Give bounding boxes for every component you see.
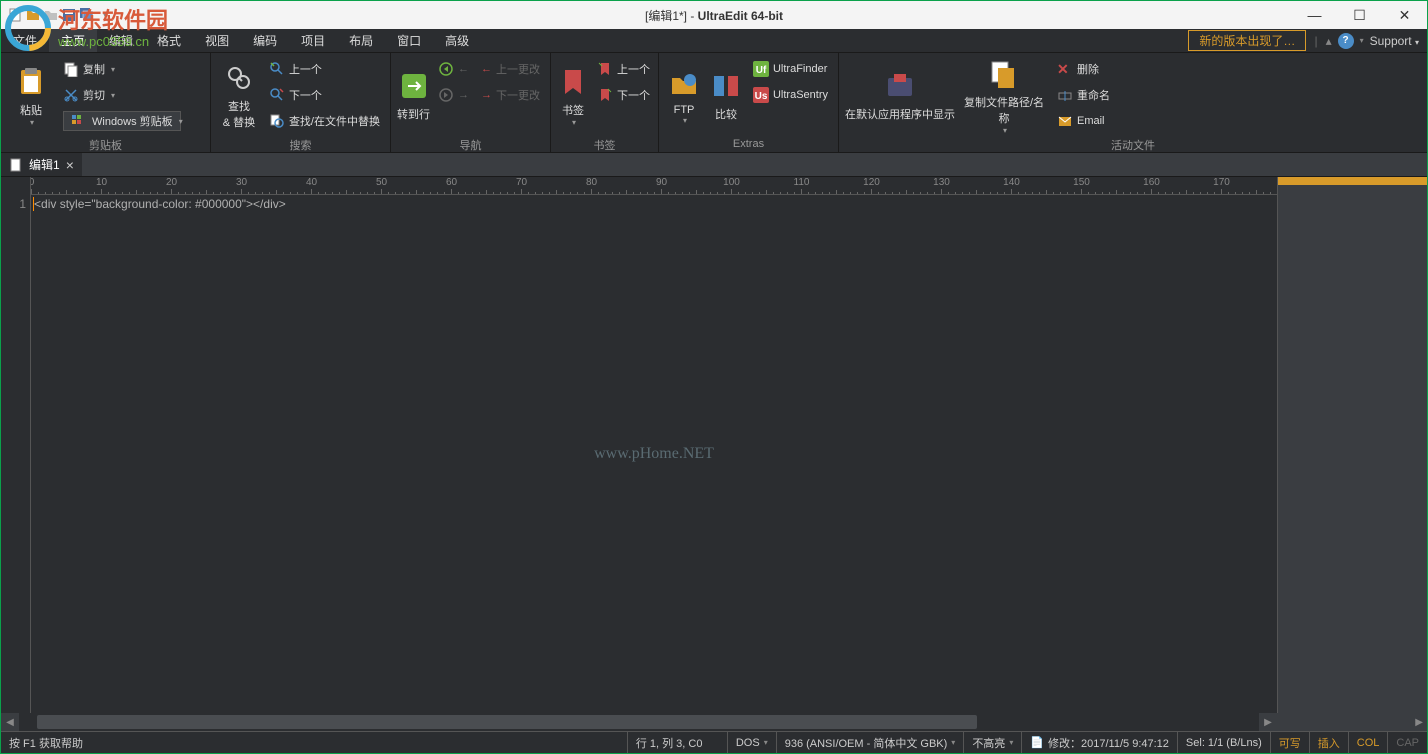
compare-button[interactable]: 比较 <box>707 57 745 135</box>
line-number: 1 <box>1 197 26 211</box>
close-tab-icon[interactable]: × <box>66 157 74 173</box>
minimize-button[interactable]: — <box>1292 1 1337 29</box>
ruler-corner <box>1 177 31 195</box>
open-folder-icon[interactable] <box>25 7 41 23</box>
minimap-header <box>1277 177 1427 195</box>
close-button[interactable]: ✕ <box>1382 1 1427 29</box>
menubar: 文件 主页 编辑 格式 视图 编码 项目 布局 窗口 高级 新的版本出现了… |… <box>1 29 1427 53</box>
email-file-button[interactable]: Email <box>1053 109 1114 133</box>
status-readwrite[interactable]: 可写 <box>1271 732 1310 753</box>
ribbon-group-extras: FTP▾ 比较 UfUltraFinder UsUltraSentry Extr… <box>659 53 839 152</box>
bookmark-prev-button[interactable]: 上一个 <box>593 57 654 81</box>
document-icon <box>9 158 23 172</box>
copy-file-path-button[interactable]: 复制文件路径/名称▾ <box>959 57 1049 135</box>
help-icon[interactable]: ? <box>1338 33 1354 49</box>
status-position: 行 1, 列 3, C0 <box>628 732 728 753</box>
workspace: 0102030405060708090100110120130140150160… <box>1 177 1427 731</box>
status-selection: Sel: 1/1 (B/Lns) <box>1178 732 1271 753</box>
status-modified: 📄修改：2017/11/5 9:47:12 <box>1022 732 1178 753</box>
open-file-icon[interactable] <box>43 7 59 23</box>
ribbon-group-label: 剪贴板 <box>7 135 204 153</box>
file-tabs: 编辑1 × <box>1 153 1427 177</box>
ribbon-group-clipboard: 粘贴▾ 复制▾ 剪切▾ Windows 剪贴板▾ 剪贴板 <box>1 53 211 152</box>
status-help: 按 F1 获取帮助 <box>1 732 628 753</box>
maximize-button[interactable]: ☐ <box>1337 1 1382 29</box>
find-replace-button[interactable]: 查找 & 替换 <box>217 57 261 135</box>
svg-text:Uf: Uf <box>756 65 767 76</box>
horizontal-ruler: 0102030405060708090100110120130140150160… <box>31 177 1277 195</box>
save-icon[interactable] <box>61 7 77 23</box>
status-insert[interactable]: 插入 <box>1310 732 1349 753</box>
ultrasentry-button[interactable]: UsUltraSentry <box>749 83 832 107</box>
svg-text:Us: Us <box>755 91 768 102</box>
ribbon-group-label: Extras <box>665 136 832 150</box>
find-in-files-button[interactable]: 查找/在文件中替换 <box>265 109 384 133</box>
scroll-corner: ▶ <box>1277 713 1427 731</box>
horizontal-scrollbar[interactable]: ◀ ▶ ▶ <box>1 713 1427 731</box>
file-tab[interactable]: 编辑1 × <box>1 153 82 176</box>
code-line: <div style="background-color: #000000"><… <box>33 197 1277 211</box>
menu-edit[interactable]: 编辑 <box>97 29 145 52</box>
clipboard-selector[interactable]: Windows 剪贴板▾ <box>59 109 185 133</box>
file-tab-label: 编辑1 <box>29 156 60 173</box>
ribbon-group-active-file: 在默认应用程序中显示 复制文件路径/名称▾ ✕删除 重命名 Email 活动文件 <box>839 53 1427 152</box>
ribbon-group-label: 书签 <box>557 135 652 153</box>
show-in-default-app-button[interactable]: 在默认应用程序中显示 <box>845 57 955 135</box>
status-col-mode[interactable]: COL <box>1349 732 1389 753</box>
menu-advanced[interactable]: 高级 <box>433 29 481 52</box>
window-title: [编辑1*] - UltraEdit 64-bit <box>645 7 783 24</box>
support-dropdown[interactable]: Support ▾ <box>1370 34 1419 48</box>
next-change-button: → 下一更改 <box>477 83 544 107</box>
ftp-button[interactable]: FTP▾ <box>665 57 703 135</box>
new-version-button[interactable]: 新的版本出现了… <box>1188 30 1306 51</box>
ribbon-collapse-icon[interactable]: ▴ <box>1326 34 1332 48</box>
menu-view[interactable]: 视图 <box>193 29 241 52</box>
menu-encoding[interactable]: 编码 <box>241 29 289 52</box>
menu-layout[interactable]: 布局 <box>337 29 385 52</box>
copy-button[interactable]: 复制▾ <box>59 57 185 81</box>
goto-line-button[interactable]: 转到行 <box>397 57 430 135</box>
ribbon-group-nav: 转到行 ← → ← 上一更改 → 下一更改 导航 <box>391 53 551 152</box>
menu-project[interactable]: 项目 <box>289 29 337 52</box>
statusbar: 按 F1 获取帮助 行 1, 列 3, C0 DOS 936 (ANSI/OEM… <box>1 731 1427 753</box>
find-next-button[interactable]: 下一个 <box>265 83 384 107</box>
delete-file-button[interactable]: ✕删除 <box>1053 57 1114 81</box>
menu-window[interactable]: 窗口 <box>385 29 433 52</box>
titlebar: ▼ [编辑1*] - UltraEdit 64-bit — ☐ ✕ <box>1 1 1427 29</box>
ribbon-group-label: 导航 <box>397 135 544 153</box>
paste-button[interactable]: 粘贴▾ <box>7 57 55 135</box>
cut-button[interactable]: 剪切▾ <box>59 83 185 107</box>
menu-home[interactable]: 主页 <box>49 29 97 52</box>
menu-file[interactable]: 文件 <box>1 29 49 52</box>
ribbon-group-label: 搜索 <box>217 135 384 153</box>
line-number-gutter: 1 <box>1 195 31 713</box>
ribbon-group-search: 查找 & 替换 上一个 下一个 查找/在文件中替换 搜索 <box>211 53 391 152</box>
scrollbar-thumb[interactable] <box>37 715 977 729</box>
prev-change-button: ← 上一更改 <box>477 57 544 81</box>
minimap[interactable] <box>1277 195 1427 713</box>
status-eol[interactable]: DOS <box>728 732 777 753</box>
ribbon-group-bookmarks: 书签▾ 上一个 下一个 书签 <box>551 53 659 152</box>
nav-next-button[interactable]: → <box>434 83 473 107</box>
ribbon-group-label: 活动文件 <box>845 135 1421 153</box>
save-all-icon[interactable] <box>79 7 95 23</box>
ribbon: 粘贴▾ 复制▾ 剪切▾ Windows 剪贴板▾ 剪贴板 查找 & 替换 上一个 <box>1 53 1427 153</box>
status-encoding[interactable]: 936 (ANSI/OEM - 简体中文 GBK) <box>777 732 965 753</box>
nav-prev-button[interactable]: ← <box>434 57 473 81</box>
find-prev-button[interactable]: 上一个 <box>265 57 384 81</box>
status-highlight[interactable]: 不高亮 <box>964 732 1022 753</box>
new-file-icon[interactable] <box>7 7 23 23</box>
bookmark-button[interactable]: 书签▾ <box>557 57 589 135</box>
quick-access-toolbar: ▼ <box>1 7 116 23</box>
status-caps: CAP <box>1388 732 1427 753</box>
rename-file-button[interactable]: 重命名 <box>1053 83 1114 107</box>
scroll-left-icon[interactable]: ◀ <box>1 713 19 731</box>
menu-format[interactable]: 格式 <box>145 29 193 52</box>
scroll-right-icon[interactable]: ▶ <box>1259 713 1277 731</box>
ultrafinder-button[interactable]: UfUltraFinder <box>749 57 832 81</box>
qat-dropdown-icon[interactable]: ▼ <box>101 10 110 20</box>
bookmark-next-button[interactable]: 下一个 <box>593 83 654 107</box>
watermark-text: www.pHome.NET <box>594 445 714 463</box>
editor-area[interactable]: <div style="background-color: #000000"><… <box>31 195 1277 713</box>
